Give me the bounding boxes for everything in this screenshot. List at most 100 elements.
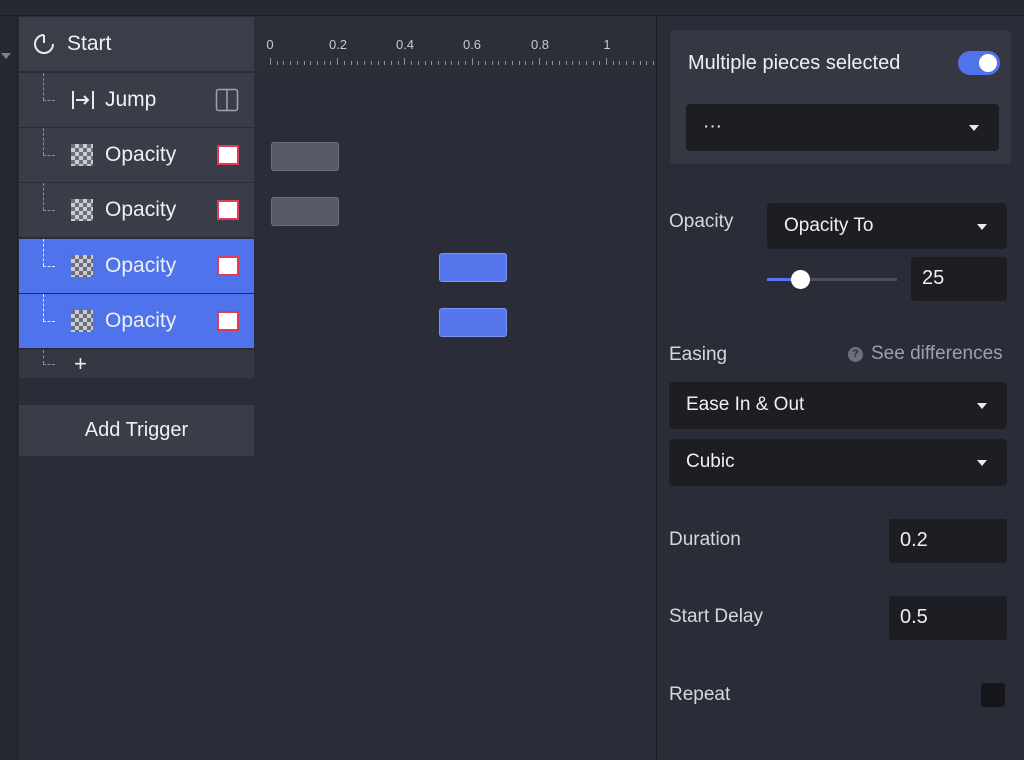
ruler-tick: [411, 61, 413, 65]
ruler-tick: [498, 61, 500, 65]
chevron-down-icon: [977, 403, 987, 409]
start-delay-input[interactable]: 0.5: [889, 596, 1007, 640]
multi-select-toggle[interactable]: [958, 51, 1000, 75]
ruler-tick: [458, 61, 460, 65]
ruler-tick: [572, 61, 574, 65]
input-value: 0.5: [900, 606, 928, 628]
color-swatch[interactable]: [217, 145, 239, 165]
ruler-tick-label: 0: [266, 37, 274, 52]
timeline-bar-selected[interactable]: [439, 308, 507, 337]
tree-connector: [43, 266, 55, 267]
timeline-bar-selected[interactable]: [439, 253, 507, 282]
multi-select-label: Multiple pieces selected: [688, 52, 901, 74]
opacity-slider-thumb[interactable]: [790, 270, 810, 289]
timeline-row-opacity-selected[interactable]: Opacity: [19, 239, 254, 293]
ruler-tick-label: 0.8: [530, 37, 550, 52]
opacity-checker-icon: [71, 144, 93, 166]
timeline-row-opacity-selected[interactable]: Opacity: [19, 294, 254, 348]
timeline-row-opacity[interactable]: Opacity: [19, 128, 254, 182]
ruler-tick: [438, 61, 439, 65]
ruler-tick: [377, 61, 379, 65]
top-bar: [0, 0, 1024, 16]
ruler-tick: [565, 61, 567, 65]
ruler-tick: [511, 61, 513, 65]
timeline-row-opacity[interactable]: Opacity: [19, 183, 254, 237]
tree-connector: [43, 239, 44, 266]
duration-input[interactable]: 0.2: [889, 519, 1007, 563]
ruler-tick-label: 0.4: [395, 37, 415, 52]
ruler-tick: [592, 61, 594, 65]
ruler-tick: [552, 61, 554, 65]
ruler-tick: [370, 61, 372, 65]
ruler-tick: [619, 61, 621, 65]
ruler-tick-label: 0.6: [462, 37, 482, 52]
see-differences-link[interactable]: See differences: [871, 343, 1003, 365]
timeline-tracks[interactable]: [255, 71, 656, 760]
timeline-row-jump[interactable]: Jump: [19, 73, 254, 127]
start-label: Start: [67, 32, 112, 55]
add-piece-button[interactable]: +: [74, 351, 87, 377]
ruler-tick: [505, 61, 507, 65]
split-panel-icon[interactable]: [215, 88, 239, 112]
ruler-tick: [317, 61, 319, 65]
opacity-checker-icon: [71, 310, 93, 332]
toggle-knob: [979, 54, 997, 72]
color-swatch[interactable]: [217, 256, 239, 276]
row-label: Opacity: [105, 143, 177, 166]
timeline-ruler[interactable]: 0 0.2 0.4 0.6 0.8 1: [255, 17, 656, 71]
left-collapse-strip[interactable]: [0, 16, 18, 760]
start-delay-label: Start Delay: [669, 606, 763, 627]
ruler-tick: [364, 61, 366, 65]
row-label: Opacity: [105, 254, 177, 277]
repeat-label: Repeat: [669, 684, 731, 705]
ruler-tick: [350, 61, 352, 65]
ruler-tick: [404, 58, 406, 65]
ruler-tick: [451, 61, 453, 65]
ruler-tick: [357, 61, 359, 65]
repeat-checkbox[interactable]: [981, 683, 1005, 707]
ruler-tick: [485, 61, 487, 65]
timeline-bar[interactable]: [271, 197, 339, 226]
multi-select-dropdown[interactable]: ···: [686, 104, 999, 151]
ruler-tick: [444, 61, 446, 65]
tree-connector: [43, 364, 55, 365]
chevron-down-icon: [977, 224, 987, 230]
ruler-tick: [424, 61, 426, 65]
input-value: 0.2: [900, 529, 928, 551]
color-swatch[interactable]: [217, 200, 239, 220]
ruler-tick: [296, 61, 298, 65]
ruler-tick: [626, 61, 628, 65]
help-icon[interactable]: ?: [848, 347, 863, 362]
easing-type-dropdown[interactable]: Ease In & Out: [669, 382, 1007, 429]
opacity-value-input[interactable]: 25: [911, 257, 1007, 301]
ruler-tick: [337, 58, 339, 65]
opacity-mode-dropdown[interactable]: Opacity To: [767, 203, 1007, 249]
row-label: Opacity: [105, 309, 177, 332]
ruler-tick: [471, 58, 473, 65]
tree-connector: [43, 155, 55, 156]
collapse-caret-icon[interactable]: [1, 53, 11, 59]
row-label: Jump: [105, 88, 157, 111]
ruler-tick: [303, 61, 305, 65]
tree-connector: [43, 183, 44, 210]
ruler-tick: [579, 61, 581, 65]
tree-connector: [43, 294, 44, 321]
opacity-slider[interactable]: [767, 278, 897, 281]
easing-curve-dropdown[interactable]: Cubic: [669, 439, 1007, 486]
ruler-tick: [478, 61, 480, 65]
color-swatch[interactable]: [217, 311, 239, 331]
ruler-tick: [632, 61, 634, 65]
timeline-bar[interactable]: [271, 142, 339, 171]
timeline-start-row[interactable]: Start: [19, 17, 254, 71]
ruler-tick: [653, 61, 655, 65]
ruler-tick: [390, 61, 392, 65]
add-piece-row[interactable]: +: [19, 350, 254, 378]
ruler-tick: [518, 61, 520, 65]
add-trigger-button[interactable]: Add Trigger: [19, 405, 254, 456]
opacity-checker-icon: [71, 199, 93, 221]
ruler-tick: [464, 61, 466, 65]
duration-label: Duration: [669, 529, 741, 550]
ruler-tick: [310, 61, 312, 65]
ruler-tick: [417, 61, 419, 65]
dropdown-value: ···: [703, 116, 722, 137]
